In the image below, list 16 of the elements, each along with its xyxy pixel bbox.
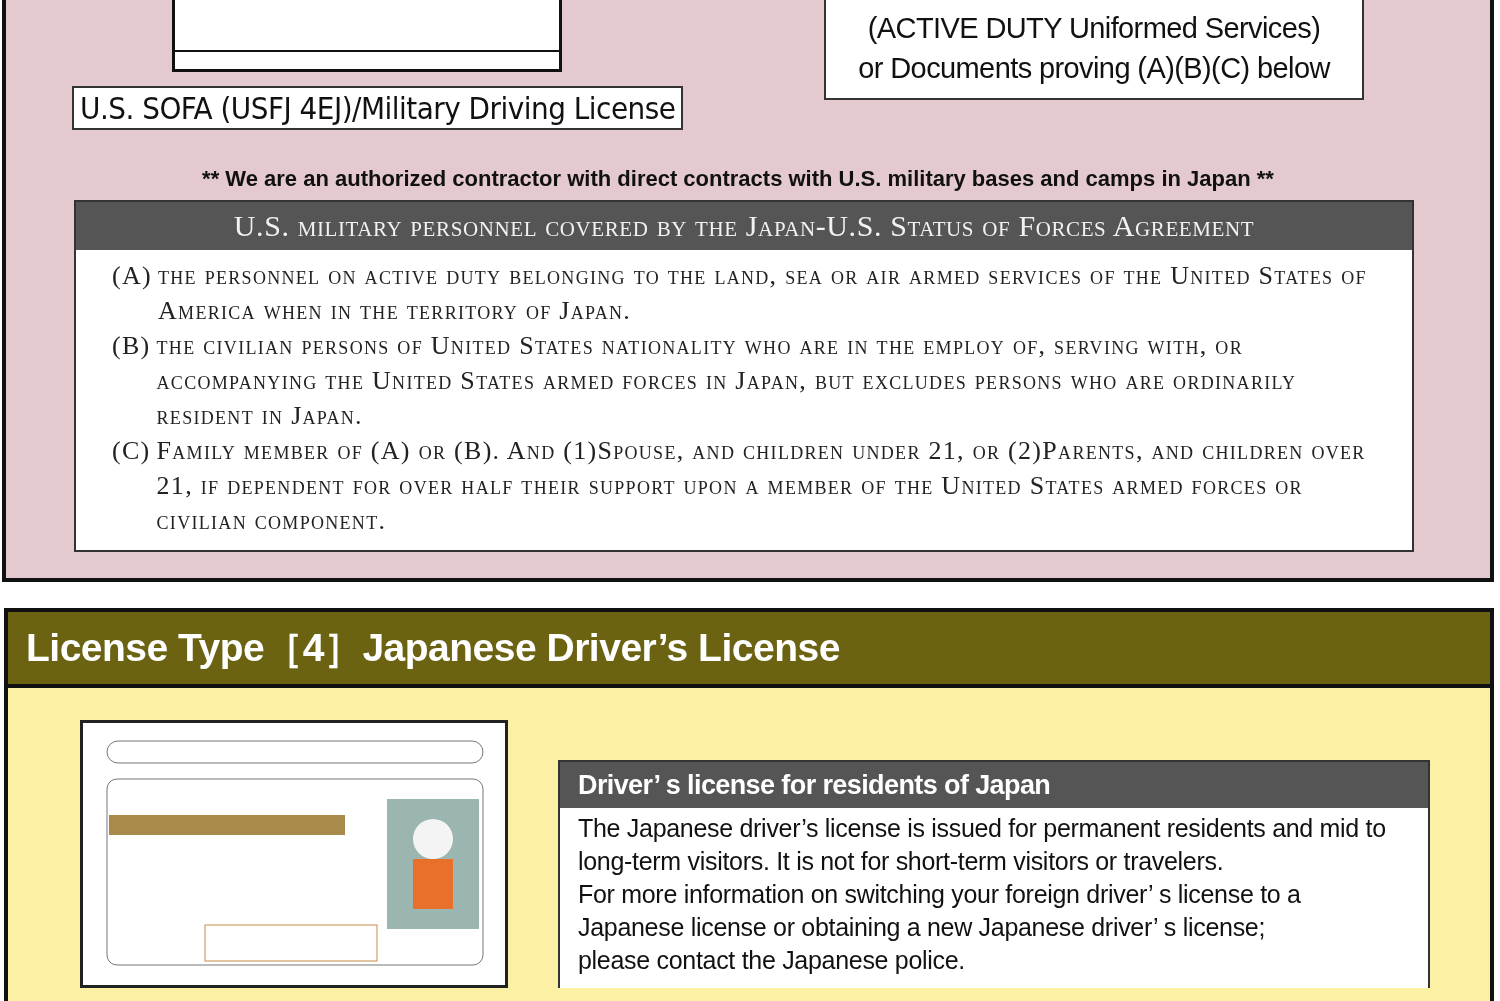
id-info-line: (ACTIVE DUTY Uniformed Services): [867, 11, 1321, 46]
item-marker: (C): [112, 435, 151, 467]
item-text: the personnel on active duty belonging to the land, sea or air armed services of the United States of America when in the territory of Japan.: [158, 260, 1368, 327]
section-title: License Type［4］Japanese Driver’s License: [8, 612, 1490, 688]
item-marker: (A): [112, 260, 152, 292]
item-text: Family member of (A) or (B). And (1)Spouse, and children under 21, or (2)Parents, and children over 21, if dependent for over half their support upon a member of the United States armed forces or civilian component.: [156, 435, 1367, 537]
table-title: U.S. military personnel covered by the Japan-U.S. Status of Forces Agreement: [76, 202, 1412, 250]
license-label: U.S. SOFA (USFJ 4EJ)/Military Driving License: [72, 86, 684, 130]
info-paragraph: For more information on switching your foreign driver’ s license to a Japanese license or obtaining a new Japanese driver’ s license;: [578, 879, 1302, 943]
info-title: Driver’ s license for residents of Japan: [560, 762, 1428, 808]
notice-text: ** We are an authorized contractor with direct contracts with U.S. military bases and camps in Japan **: [201, 166, 1275, 192]
info-paragraph: The Japanese driver’s license is issued for permanent residents and mid to long-term visitors. It is not for short-term visitors or travelers.: [578, 813, 1387, 877]
item-text: the civilian persons of United States nationality who are in the employ of, serving with, or accompanying the United States armed forces in Japan, but excludes persons who are ordinarily resident in Japan.: [156, 330, 1298, 432]
item-marker: (B): [112, 330, 151, 362]
info-paragraph: please contact the Japanese police.: [578, 945, 966, 976]
id-info-line: or Documents proving (A)(B)(C) below: [858, 51, 1330, 86]
